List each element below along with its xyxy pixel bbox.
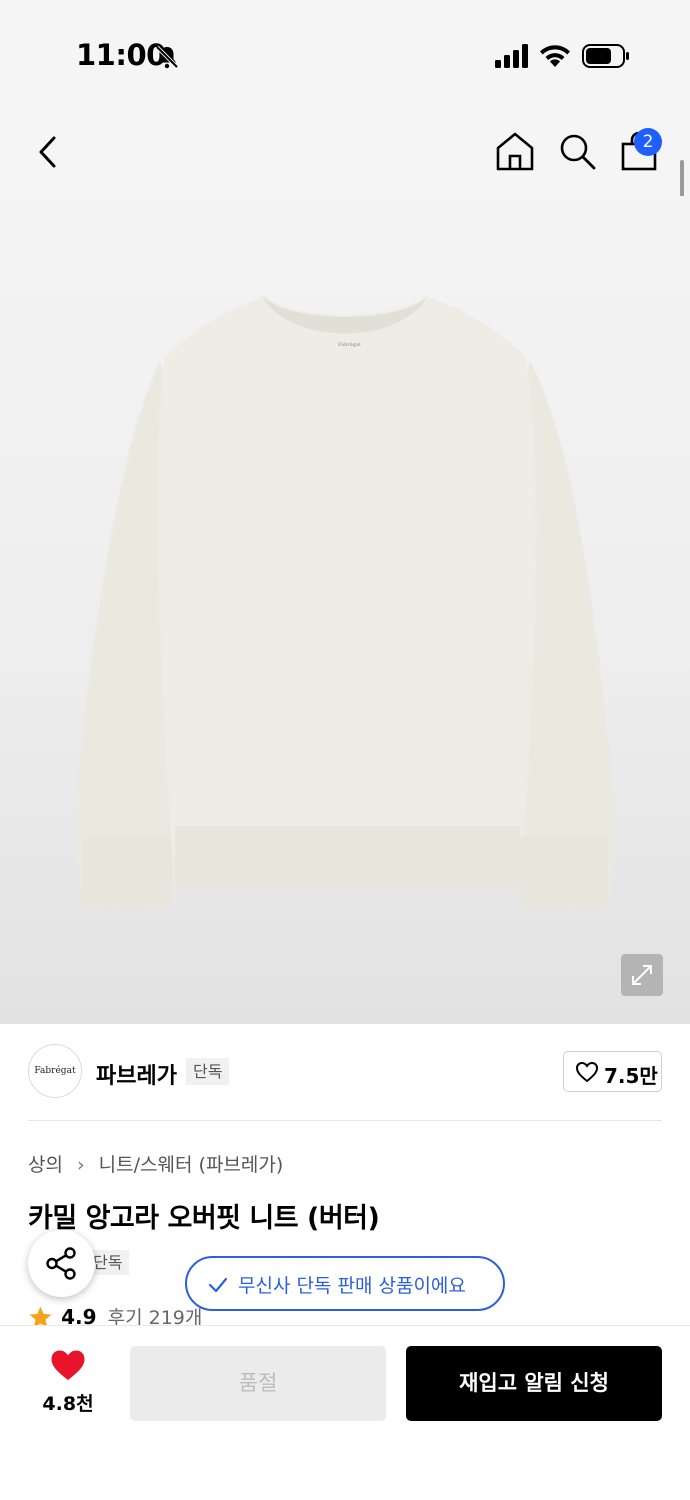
nav-bar: 2 <box>0 110 690 196</box>
svg-text:Fabrégat: Fabrégat <box>338 341 361 348</box>
heart-outline-icon <box>575 1061 599 1083</box>
check-icon <box>208 1277 228 1293</box>
rating-score: 4.9 <box>61 1305 97 1327</box>
brand-like-count: 7.5만 <box>604 1064 658 1088</box>
breadcrumb-category[interactable]: 상의 <box>28 1154 63 1176</box>
breadcrumb-subcategory[interactable]: 니트/스웨터 <box>99 1154 193 1176</box>
rating-row[interactable]: 4.9 후기 219개 <box>28 1303 202 1327</box>
heart-icon[interactable] <box>50 1349 86 1381</box>
breadcrumb-brand[interactable]: (파브레가) <box>199 1154 284 1176</box>
battery-icon <box>582 44 629 68</box>
status-time: 11:00 <box>76 38 166 72</box>
share-icon <box>46 1247 76 1280</box>
wifi-icon <box>540 45 570 67</box>
share-button[interactable] <box>28 1230 95 1297</box>
exclusive-sale-toast: 무신사 단독 판매 상품이에요 <box>185 1256 505 1311</box>
expand-icon <box>632 965 652 985</box>
restock-alert-button[interactable]: 재입고 알림 신청 <box>406 1346 662 1421</box>
status-bar: 11:00 <box>0 0 690 110</box>
divider <box>28 1120 662 1121</box>
breadcrumb: 상의 › 니트/스웨터 (파브레가) <box>28 1150 283 1177</box>
soldout-button: 품절 <box>130 1346 386 1421</box>
exclusive-tag: 단독 <box>186 1058 230 1085</box>
product-title: 카밀 앙고라 오버핏 니트 (버터) <box>28 1203 380 1234</box>
star-icon <box>29 1306 52 1327</box>
back-icon[interactable] <box>34 132 64 172</box>
brand-logo[interactable]: Fabrégat <box>28 1044 82 1098</box>
brand-name[interactable]: 파브레가 <box>96 1058 177 1090</box>
product-image[interactable]: Fabrégat <box>0 196 690 1024</box>
bottom-action-bar: 4.8천 품절 재입고 알림 신청 <box>0 1325 690 1500</box>
cart-count-badge: 2 <box>634 128 662 156</box>
search-icon[interactable] <box>556 130 598 172</box>
brand-like-button[interactable]: 7.5만 <box>563 1051 662 1092</box>
toast-text: 무신사 단독 판매 상품이에요 <box>238 1275 466 1297</box>
review-count[interactable]: 후기 219개 <box>108 1307 203 1327</box>
bell-slash-icon <box>155 45 179 69</box>
sweater-image: Fabrégat <box>77 296 613 908</box>
expand-image-button[interactable] <box>621 954 663 996</box>
signal-icon <box>495 44 528 68</box>
chevron-right-icon: › <box>77 1154 85 1176</box>
home-icon[interactable] <box>494 130 536 172</box>
heart-count: 4.8천 <box>42 1393 94 1415</box>
